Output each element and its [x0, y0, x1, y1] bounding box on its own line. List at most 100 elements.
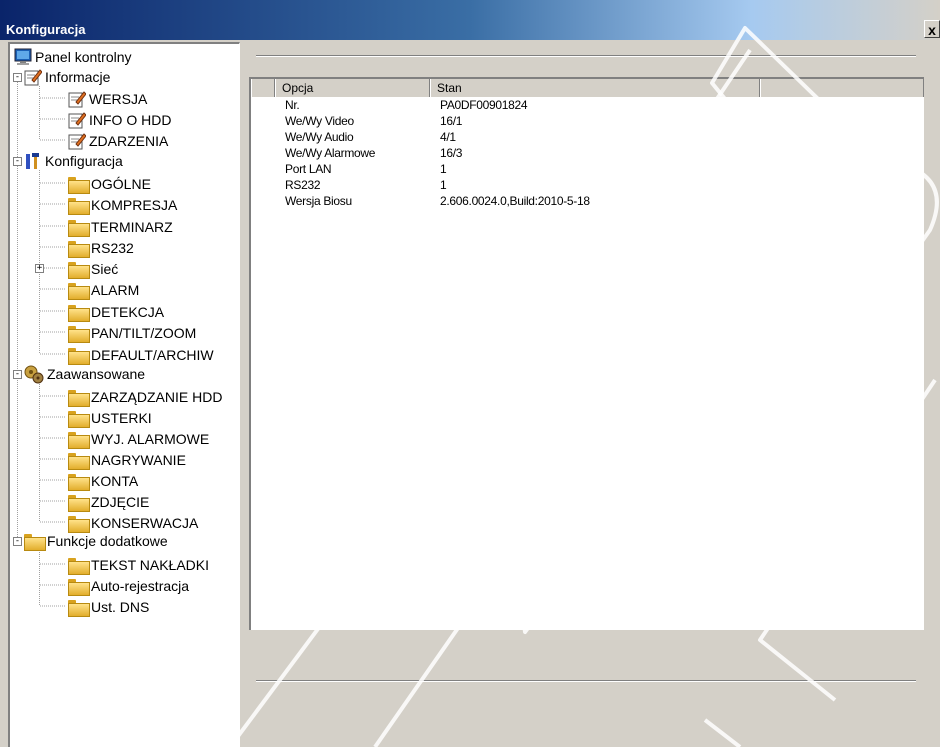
separator-highlight: [256, 56, 916, 57]
tree-item-alarm[interactable]: ALARM: [68, 280, 139, 300]
tree-label: Informacje: [45, 69, 111, 85]
folder-icon: [68, 410, 90, 428]
tree-item-auto-rejestracja[interactable]: Auto-rejestracja: [68, 576, 189, 596]
table-row[interactable]: Nr. PA0DF00901824: [251, 98, 924, 113]
tree-item-rs232[interactable]: RS232: [68, 238, 134, 258]
tree-node-zaawansowane[interactable]: Zaawansowane: [24, 364, 145, 384]
tree-node-informacje[interactable]: Informacje: [24, 67, 110, 87]
monitor-icon: [14, 48, 32, 65]
folder-icon: [68, 176, 90, 194]
cell-stan: 1: [440, 178, 447, 192]
cell-stan: 1: [440, 162, 447, 176]
folder-icon: [68, 599, 90, 617]
tree-item-default-archiw[interactable]: DEFAULT/ARCHIW: [68, 345, 214, 365]
tree-label: Funkcje dodatkowe: [47, 533, 168, 549]
info-list-view[interactable]: Opcja Stan Nr. PA0DF00901824 We/Wy Video…: [249, 77, 924, 630]
tools-icon: [26, 153, 39, 169]
tree-label: OGÓLNE: [91, 176, 151, 192]
notepad-pencil-icon: [68, 112, 86, 129]
tree-item-usterki[interactable]: USTERKI: [68, 408, 152, 428]
tree-item-zarzadzanie-hdd[interactable]: ZARZĄDZANIE HDD: [68, 387, 222, 407]
cell-opcja: Port LAN: [285, 162, 332, 176]
cell-stan: 16/3: [440, 146, 463, 160]
header-opcja[interactable]: Opcja: [275, 79, 430, 97]
table-row[interactable]: We/Wy Video 16/1: [251, 114, 924, 129]
tree-label: TEKST NAKŁADKI: [91, 557, 210, 573]
notepad-pencil-icon: [24, 69, 42, 86]
cell-stan: 4/1: [440, 130, 456, 144]
table-row[interactable]: We/Wy Audio 4/1: [251, 130, 924, 145]
tree-item-wyj-alarmowe[interactable]: WYJ. ALARMOWE: [68, 429, 209, 449]
table-row[interactable]: Wersja Biosu 2.606.0024.0,Build:2010-5-1…: [251, 194, 924, 209]
header-blank-column[interactable]: [251, 79, 275, 97]
tree-item-info-o-hdd[interactable]: INFO O HDD: [68, 110, 171, 130]
tree-label: Zaawansowane: [47, 366, 146, 382]
title-bar[interactable]: Konfiguracja x: [0, 0, 940, 40]
tree-label: NAGRYWANIE: [91, 452, 186, 468]
folder-icon: [68, 431, 90, 449]
tree-item-kompresja[interactable]: KOMPRESJA: [68, 195, 177, 215]
tree-item-siec[interactable]: Sieć: [68, 259, 118, 279]
configuration-window: Konfiguracja x Panel kontrolny - Informa…: [0, 0, 940, 747]
tree-label: Ust. DNS: [91, 599, 150, 615]
table-row[interactable]: RS232 1: [251, 178, 924, 193]
tree-item-nagrywanie[interactable]: NAGRYWANIE: [68, 450, 186, 470]
folder-icon: [68, 261, 90, 279]
cell-opcja: Nr.: [285, 98, 300, 112]
folder-icon: [68, 282, 90, 300]
header-stan[interactable]: Stan: [430, 79, 760, 97]
folder-icon: [68, 473, 90, 491]
collapse-informacje-toggle[interactable]: -: [13, 73, 22, 82]
folder-icon: [68, 494, 90, 512]
folder-icon: [68, 219, 90, 237]
tree-root-panel-kontrolny[interactable]: Panel kontrolny: [14, 47, 132, 67]
tree-item-pan-tilt-zoom[interactable]: PAN/TILT/ZOOM: [68, 323, 196, 343]
cell-stan: 16/1: [440, 114, 463, 128]
notepad-pencil-icon: [68, 91, 86, 108]
tree-label: Sieć: [91, 261, 119, 277]
list-header: Opcja Stan: [251, 79, 924, 97]
tree-item-ust-dns[interactable]: Ust. DNS: [68, 597, 149, 617]
tree-item-zdjecie[interactable]: ZDJĘCIE: [68, 492, 149, 512]
tree-label: TERMINARZ: [91, 219, 173, 235]
cell-stan: PA0DF00901824: [440, 98, 528, 112]
folder-icon: [68, 452, 90, 470]
separator-highlight: [256, 681, 916, 682]
gears-icon: [24, 365, 44, 384]
cell-opcja: We/Wy Video: [285, 114, 354, 128]
tree-item-terminarz[interactable]: TERMINARZ: [68, 217, 173, 237]
expand-siec-toggle[interactable]: +: [35, 264, 44, 273]
header-extra-column[interactable]: [760, 79, 924, 97]
cell-opcja: RS232: [285, 178, 321, 192]
collapse-zaawansowane-toggle[interactable]: -: [13, 370, 22, 379]
tree-label: DETEKCJA: [91, 304, 165, 320]
collapse-konfiguracja-toggle[interactable]: -: [13, 157, 22, 166]
tree-item-tekst-nakladki[interactable]: TEKST NAKŁADKI: [68, 555, 209, 575]
cell-opcja: Wersja Biosu: [285, 194, 352, 208]
tree-label: PAN/TILT/ZOOM: [91, 325, 197, 341]
tree-item-ogolne[interactable]: OGÓLNE: [68, 174, 151, 194]
tree-node-funkcje-dodatkowe[interactable]: Funkcje dodatkowe: [24, 531, 168, 551]
tree-item-detekcja[interactable]: DETEKCJA: [68, 302, 164, 322]
close-button[interactable]: x: [924, 20, 940, 38]
tree-node-konfiguracja[interactable]: Konfiguracja: [24, 151, 123, 171]
tree-item-wersja[interactable]: WERSJA: [68, 89, 147, 109]
table-row[interactable]: We/Wy Alarmowe 16/3: [251, 146, 924, 161]
notepad-pencil-icon: [68, 133, 86, 150]
tree-label: KONSERWACJA: [91, 515, 199, 531]
folder-icon: [68, 389, 90, 407]
tree-label: ZDJĘCIE: [91, 494, 150, 510]
table-row[interactable]: Port LAN 1: [251, 162, 924, 177]
folder-icon: [68, 557, 90, 575]
cell-opcja: We/Wy Audio: [285, 130, 354, 144]
window-title: Konfiguracja: [6, 22, 86, 37]
tree-item-zdarzenia[interactable]: ZDARZENIA: [68, 131, 168, 151]
tree-label: DEFAULT/ARCHIW: [91, 347, 214, 363]
tree-item-konta[interactable]: KONTA: [68, 471, 138, 491]
navigation-tree: Panel kontrolny - Informacje WERSJA INFO…: [8, 42, 240, 747]
folder-icon: [68, 304, 90, 322]
tree-label: ZDARZENIA: [89, 133, 169, 149]
tree-item-konserwacja[interactable]: KONSERWACJA: [68, 513, 198, 533]
collapse-funkcje-toggle[interactable]: -: [13, 537, 22, 546]
tree-label: KONTA: [91, 473, 139, 489]
